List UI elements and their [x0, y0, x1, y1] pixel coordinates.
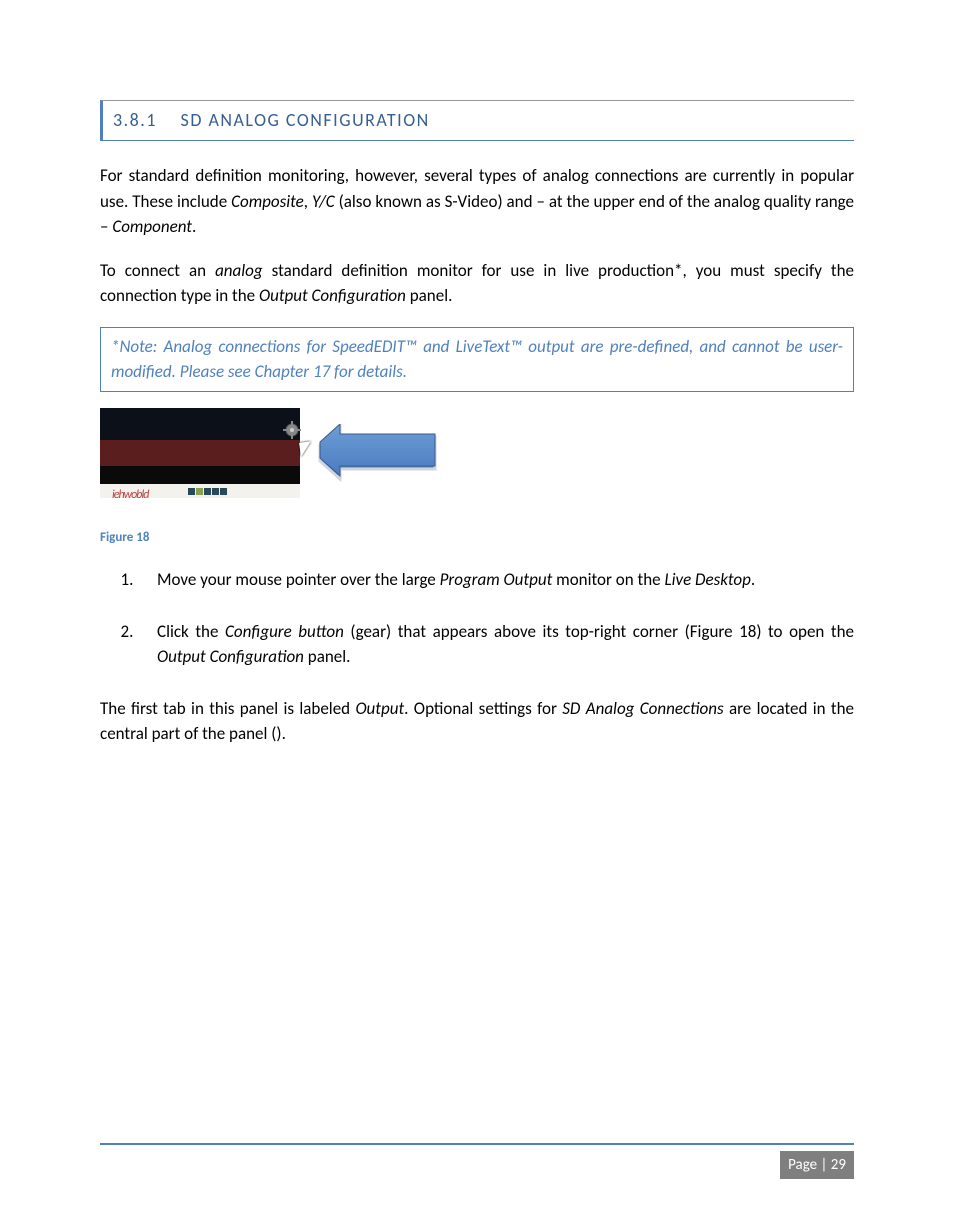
section-number: 3.8.1 — [113, 107, 157, 134]
term-composite: Composite — [231, 191, 304, 212]
term-live-desktop: Live Desktop — [664, 569, 750, 590]
text-run: Move your mouse pointer over the large — [157, 569, 440, 590]
step-1: Move your mouse pointer over the large P… — [145, 567, 854, 593]
text-run: panel. — [304, 646, 351, 667]
callout-arrow-icon — [300, 424, 450, 494]
term-output-configuration: Output Configuration — [259, 285, 406, 306]
note-text: *Note: Analog connections for SpeedEDIT™… — [111, 336, 843, 383]
text-run: To connect an — [100, 260, 215, 281]
text-run: . Optional settings for — [404, 698, 562, 719]
text-run: The first tab in this panel is labeled — [100, 698, 355, 719]
section-title: SD ANALOG CONFIGURATION — [181, 109, 430, 131]
text-run: (gear) that appears above its top-right … — [344, 621, 854, 642]
document-body: 3.8.1 SD ANALOG CONFIGURATION For standa… — [0, 0, 954, 747]
cursor-icon — [299, 441, 313, 457]
term-component: Component — [112, 216, 192, 237]
text-run: , — [304, 191, 312, 212]
text-run: . — [192, 216, 196, 237]
term-program-output: Program Output — [440, 569, 553, 590]
step-2: Click the Configure button (gear) that a… — [145, 619, 854, 670]
preview-band-black — [100, 466, 300, 484]
term-sd-analog-connections: SD Analog Connections — [562, 698, 723, 719]
term-yc: Y/C — [312, 191, 335, 212]
preview-band-red — [100, 440, 300, 466]
page-number-text: Page | 29 — [788, 1156, 846, 1174]
term-output: Output — [355, 698, 404, 719]
closing-paragraph: The first tab in this panel is labeled O… — [100, 696, 854, 747]
text-run: Click the — [157, 621, 225, 642]
preview-band-light: iehwobld — [100, 484, 300, 498]
preview-scribble: iehwobld — [112, 486, 148, 498]
term-output-configuration: Output Configuration — [157, 646, 304, 667]
intro-paragraph-1: For standard definition monitoring, howe… — [100, 163, 854, 240]
intro-paragraph-2: To connect an analog standard definition… — [100, 258, 854, 309]
text-run: . — [751, 569, 755, 590]
text-run: panel. — [406, 285, 453, 306]
note-callout: *Note: Analog connections for SpeedEDIT™… — [100, 327, 854, 392]
figure-18: iehwobld — [100, 408, 854, 518]
section-heading: 3.8.1 SD ANALOG CONFIGURATION — [100, 100, 854, 141]
text-run: monitor on the — [552, 569, 664, 590]
figure-image: iehwobld — [100, 408, 440, 518]
term-configure-button: Configure button — [225, 621, 344, 642]
figure-caption: Figure 18 — [100, 528, 854, 548]
program-output-preview: iehwobld — [100, 408, 300, 498]
gear-icon — [282, 420, 302, 440]
preview-blocks — [188, 488, 227, 495]
term-analog: analog — [215, 260, 263, 281]
preview-band-dark — [100, 408, 300, 440]
footer-divider — [100, 1143, 854, 1145]
page-number-badge: Page | 29 — [780, 1151, 854, 1180]
steps-list: Move your mouse pointer over the large P… — [100, 567, 854, 670]
